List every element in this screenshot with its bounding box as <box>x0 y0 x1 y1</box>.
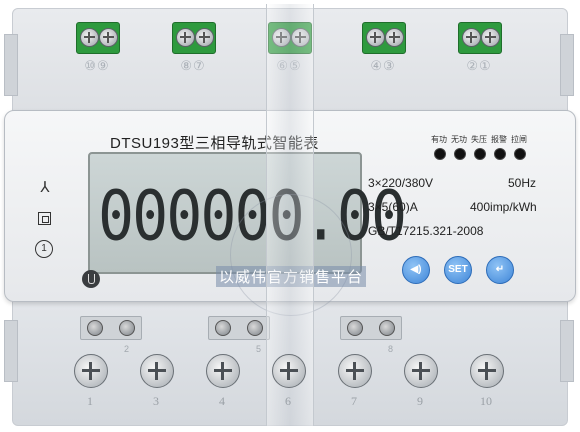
terminal-label: ②① <box>466 58 492 73</box>
terminal-number: 4 <box>219 394 225 408</box>
top-terminal-block[interactable] <box>172 22 216 54</box>
led-active-power <box>434 148 446 160</box>
terminal-screw[interactable] <box>74 354 108 388</box>
terminal-screw[interactable] <box>338 354 372 388</box>
rail-clip-left-bottom <box>4 320 18 382</box>
screw-icon <box>385 28 404 47</box>
screw-icon <box>481 28 500 47</box>
class-circle-icon: 1 <box>35 240 53 258</box>
screw-icon <box>195 28 214 47</box>
spec-current: 3×5(60)A <box>368 200 418 214</box>
terminal-label: ④③ <box>370 58 396 73</box>
terminal-number: 10 <box>480 394 492 408</box>
terminal-number: 9 <box>417 394 423 408</box>
screw-icon <box>215 320 231 336</box>
led-label: 无功 <box>451 135 467 144</box>
terminal-number: 7 <box>351 394 357 408</box>
enter-button[interactable]: ↵ <box>486 256 514 284</box>
terminal-screw[interactable] <box>470 354 504 388</box>
screw-icon <box>80 28 99 47</box>
terminal-screw[interactable] <box>404 354 438 388</box>
spec-frequency: 50Hz <box>508 176 537 190</box>
led-label: 报警 <box>491 135 507 144</box>
terminal-screw[interactable] <box>140 354 174 388</box>
screw-icon <box>176 28 195 47</box>
screw-icon <box>87 320 103 336</box>
led-label: 失压 <box>471 135 487 144</box>
top-terminal-block[interactable] <box>76 22 120 54</box>
screw-icon <box>247 320 263 336</box>
screw-icon <box>347 320 363 336</box>
bottom-small-strip <box>80 316 142 340</box>
screw-icon <box>119 320 135 336</box>
led-voltage-loss <box>474 148 486 160</box>
led-reactive-power <box>454 148 466 160</box>
double-insulation-icon <box>38 212 51 225</box>
bottom-small-strip <box>340 316 402 340</box>
rail-clip-right-bottom <box>560 320 574 382</box>
led-alarm <box>494 148 506 160</box>
spec-voltage: 3×220/380V <box>368 176 434 190</box>
screw-icon <box>366 28 385 47</box>
screw-icon <box>99 28 118 47</box>
rail-clip-left-top <box>4 34 18 96</box>
screw-icon <box>462 28 481 47</box>
top-terminal-block[interactable] <box>458 22 502 54</box>
terminal-label: ⑧⑦ <box>180 58 206 73</box>
top-terminal-block[interactable] <box>362 22 406 54</box>
terminal-number: 1 <box>87 394 93 408</box>
small-terminal-label: 2 <box>124 344 130 354</box>
din-rail-meter: ⑩⑨ ⑧⑦ ⑥⑤ ④③ ②① DTSU193型三相导轨式智能表 000000.0… <box>4 4 576 426</box>
infrared-port-icon <box>82 270 100 288</box>
bottom-small-strip <box>208 316 270 340</box>
terminal-label: ⑩⑨ <box>84 58 110 73</box>
small-terminal-label: 5 <box>256 344 262 354</box>
led-label: 拉闸 <box>511 135 527 144</box>
wye-connection-icon: ⅄ <box>40 179 50 196</box>
terminal-number: 3 <box>153 394 159 408</box>
led-label: 有功 <box>431 135 447 144</box>
rail-clip-right-top <box>560 34 574 96</box>
terminal-screw[interactable] <box>206 354 240 388</box>
led-trip <box>514 148 526 160</box>
spec-constant: 400imp/kWh <box>470 200 537 214</box>
terminal-number: 6 <box>285 394 291 408</box>
set-button[interactable]: SET <box>444 256 472 284</box>
terminal-screw[interactable] <box>272 354 306 388</box>
small-terminal-label: 8 <box>388 344 394 354</box>
page-button[interactable]: ◀) <box>402 256 430 284</box>
spec-standard: GB/T17215.321-2008 <box>368 224 484 238</box>
screw-icon <box>379 320 395 336</box>
